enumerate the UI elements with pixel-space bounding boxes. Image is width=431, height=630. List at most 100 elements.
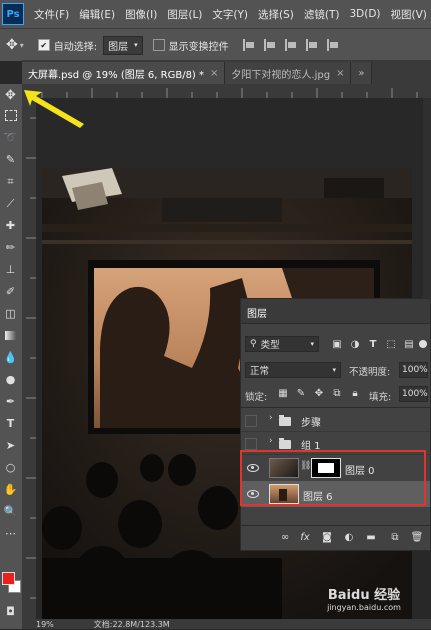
double-chevron-icon: » [358, 67, 365, 79]
show-transform-label: 显示变换控件 [168, 41, 229, 53]
zoom-level[interactable]: 19% [36, 620, 54, 629]
blur-tool-icon[interactable]: 💧 [3, 350, 18, 365]
layer-filter-dropdown[interactable]: ⚲ 类型 ▾ [245, 336, 319, 352]
opacity-field[interactable]: 100% [399, 362, 428, 378]
auto-select-checkbox[interactable]: ✔ [37, 39, 50, 51]
quick-select-tool-icon[interactable]: ✎ [3, 152, 18, 167]
close-icon[interactable]: × [210, 68, 218, 79]
blend-mode-dropdown[interactable]: 正常 ▾ [245, 362, 341, 378]
crop-tool-icon[interactable]: ⌗ [3, 174, 18, 189]
menu-view[interactable]: 视图(V) [391, 7, 427, 22]
healing-brush-tool-icon[interactable]: ✚ [3, 218, 18, 233]
opacity-label: 不透明度: [349, 367, 391, 378]
baidu-watermark: Baidu 经验 jingyan.baidu.com [300, 584, 428, 612]
visibility-toggle[interactable] [245, 438, 257, 450]
pen-tool-icon[interactable]: ✒ [3, 394, 18, 409]
close-icon[interactable]: × [336, 68, 344, 79]
status-bar: 19% 文档:22.8M/123.3M [22, 619, 431, 629]
chevron-down-icon: ▾ [310, 340, 314, 348]
layers-panel-title[interactable]: 图层 [247, 305, 267, 320]
auto-select-dropdown[interactable]: 图层 ▾ [103, 35, 143, 55]
eyedropper-tool-icon[interactable]: ⟋ [3, 196, 18, 211]
filter-pixel-icon[interactable]: ▣ [331, 338, 343, 350]
trash-icon[interactable]: 🗑︎ [411, 531, 424, 543]
more-tools-icon[interactable]: ⋯ [3, 526, 18, 541]
move-tool-preset-icon[interactable]: ✥ [6, 37, 18, 53]
align-middle-icon[interactable] [326, 39, 339, 51]
lasso-tool-icon[interactable]: ➰ [3, 130, 18, 145]
lock-position-icon[interactable]: ✥ [313, 387, 325, 399]
menu-file[interactable]: 文件(F) [34, 7, 69, 22]
move-tool-icon[interactable]: ✥ [3, 88, 18, 103]
menu-layer[interactable]: 图层(L) [167, 7, 202, 22]
marquee-tool-icon[interactable] [3, 108, 18, 123]
align-right-icon[interactable] [284, 39, 297, 51]
vertical-scrollbar[interactable] [423, 98, 431, 298]
gradient-tool-icon[interactable] [3, 328, 18, 343]
chevron-right-icon[interactable]: › [269, 413, 273, 423]
menu-bar: Ps 文件(F) 编辑(E) 图像(I) 图层(L) 文字(Y) 选择(S) 滤… [0, 0, 431, 28]
align-center-icon[interactable] [263, 39, 276, 51]
photoshop-logo: Ps [2, 3, 24, 25]
zoom-tool-icon[interactable]: 🔍 [3, 504, 18, 519]
filter-shape-icon[interactable]: ⬚ [385, 338, 397, 350]
brush-tool-icon[interactable]: ✏ [3, 240, 18, 255]
type-tool-icon[interactable]: T [3, 416, 18, 431]
chevron-down-icon: ▾ [332, 366, 336, 374]
lock-all-icon[interactable]: 🔒︎ [349, 387, 361, 399]
menu-image[interactable]: 图像(I) [125, 7, 157, 22]
show-transform-checkbox[interactable] [152, 39, 165, 51]
menu-select[interactable]: 选择(S) [258, 7, 294, 22]
lock-artboard-icon[interactable]: ⧉ [331, 387, 343, 399]
foreground-color-swatch[interactable] [2, 572, 15, 585]
tools-panel: ✥ ➰ ✎ ⌗ ⟋ ✚ ✏ ⊥ ✐ ◫ 💧 ● ✒ T ➤ ○ ✋ 🔍 ⋯ ◘ [0, 84, 23, 629]
filter-adjustment-icon[interactable]: ◑ [349, 338, 361, 350]
chevron-right-icon[interactable]: › [269, 436, 273, 446]
history-brush-tool-icon[interactable]: ✐ [3, 284, 18, 299]
menu-type[interactable]: 文字(Y) [212, 7, 248, 22]
menu-edit[interactable]: 编辑(E) [79, 7, 115, 22]
lock-transparent-icon[interactable]: ▦ [277, 387, 289, 399]
quick-mask-icon[interactable]: ◘ [3, 604, 18, 619]
tab-label: 夕阳下对视的恋人.jpg [231, 69, 331, 81]
document-tabs: 大屏幕.psd @ 19% (图层 6, RGB/8) * × 夕阳下对视的恋人… [22, 60, 431, 84]
clone-stamp-tool-icon[interactable]: ⊥ [3, 262, 18, 277]
align-left-icon[interactable] [242, 39, 255, 51]
preset-chevron-icon[interactable]: ▾ [20, 41, 24, 50]
layers-panel-header: 图层 [241, 299, 430, 324]
layers-panel-footer: ∞ fx ◙ ◐ ▬ ⧉ 🗑︎ [241, 525, 430, 550]
fill-field[interactable]: 100% [399, 386, 428, 402]
fx-icon[interactable]: fx [299, 531, 311, 543]
tab-overflow[interactable]: » [351, 62, 373, 84]
filter-smart-object-icon[interactable]: ▤ [403, 338, 415, 350]
new-group-folder-icon[interactable]: ▬ [365, 531, 377, 543]
lock-image-icon[interactable]: ✎ [295, 387, 307, 399]
options-bar: ✥ ▾ ✔ 自动选择: 图层 ▾ 显示变换控件 [0, 28, 431, 61]
align-top-icon[interactable] [305, 39, 318, 51]
menu-3d[interactable]: 3D(D) [349, 8, 380, 20]
tab-document-2[interactable]: 夕阳下对视的恋人.jpg × [225, 62, 352, 84]
filter-toggle[interactable] [419, 340, 427, 348]
highlight-box [240, 450, 426, 506]
visibility-toggle[interactable] [245, 415, 257, 427]
layer-name: 步骤 [301, 418, 321, 429]
filter-kind-value: 类型 [260, 340, 280, 351]
new-layer-icon[interactable]: ⧉ [389, 531, 401, 543]
hand-tool-icon[interactable]: ✋ [3, 482, 18, 497]
watermark-line-2: jingyan.baidu.com [327, 603, 401, 612]
opacity-value: 100% [402, 365, 428, 375]
filter-type-icon[interactable]: T [367, 338, 379, 350]
menu-filter[interactable]: 滤镜(T) [304, 7, 340, 22]
layers-panel: 图层 ⚲ 类型 ▾ ▣ ◑ T ⬚ ▤ 正常 ▾ 不透明度: 100% 锁定: … [240, 298, 431, 551]
layer-row-group-steps[interactable]: › 步骤 [241, 409, 430, 431]
mask-icon[interactable]: ◙ [321, 531, 333, 543]
blend-mode-value: 正常 [250, 366, 270, 377]
path-select-tool-icon[interactable]: ➤ [3, 438, 18, 453]
shape-tool-icon[interactable]: ○ [3, 460, 18, 475]
adjustment-icon[interactable]: ◐ [343, 531, 355, 543]
document-info: 文档:22.8M/123.3M [93, 619, 170, 629]
tab-document-1[interactable]: 大屏幕.psd @ 19% (图层 6, RGB/8) * × [22, 62, 226, 84]
dodge-tool-icon[interactable]: ● [3, 372, 18, 387]
eraser-tool-icon[interactable]: ◫ [3, 306, 18, 321]
link-icon[interactable]: ∞ [279, 531, 291, 543]
